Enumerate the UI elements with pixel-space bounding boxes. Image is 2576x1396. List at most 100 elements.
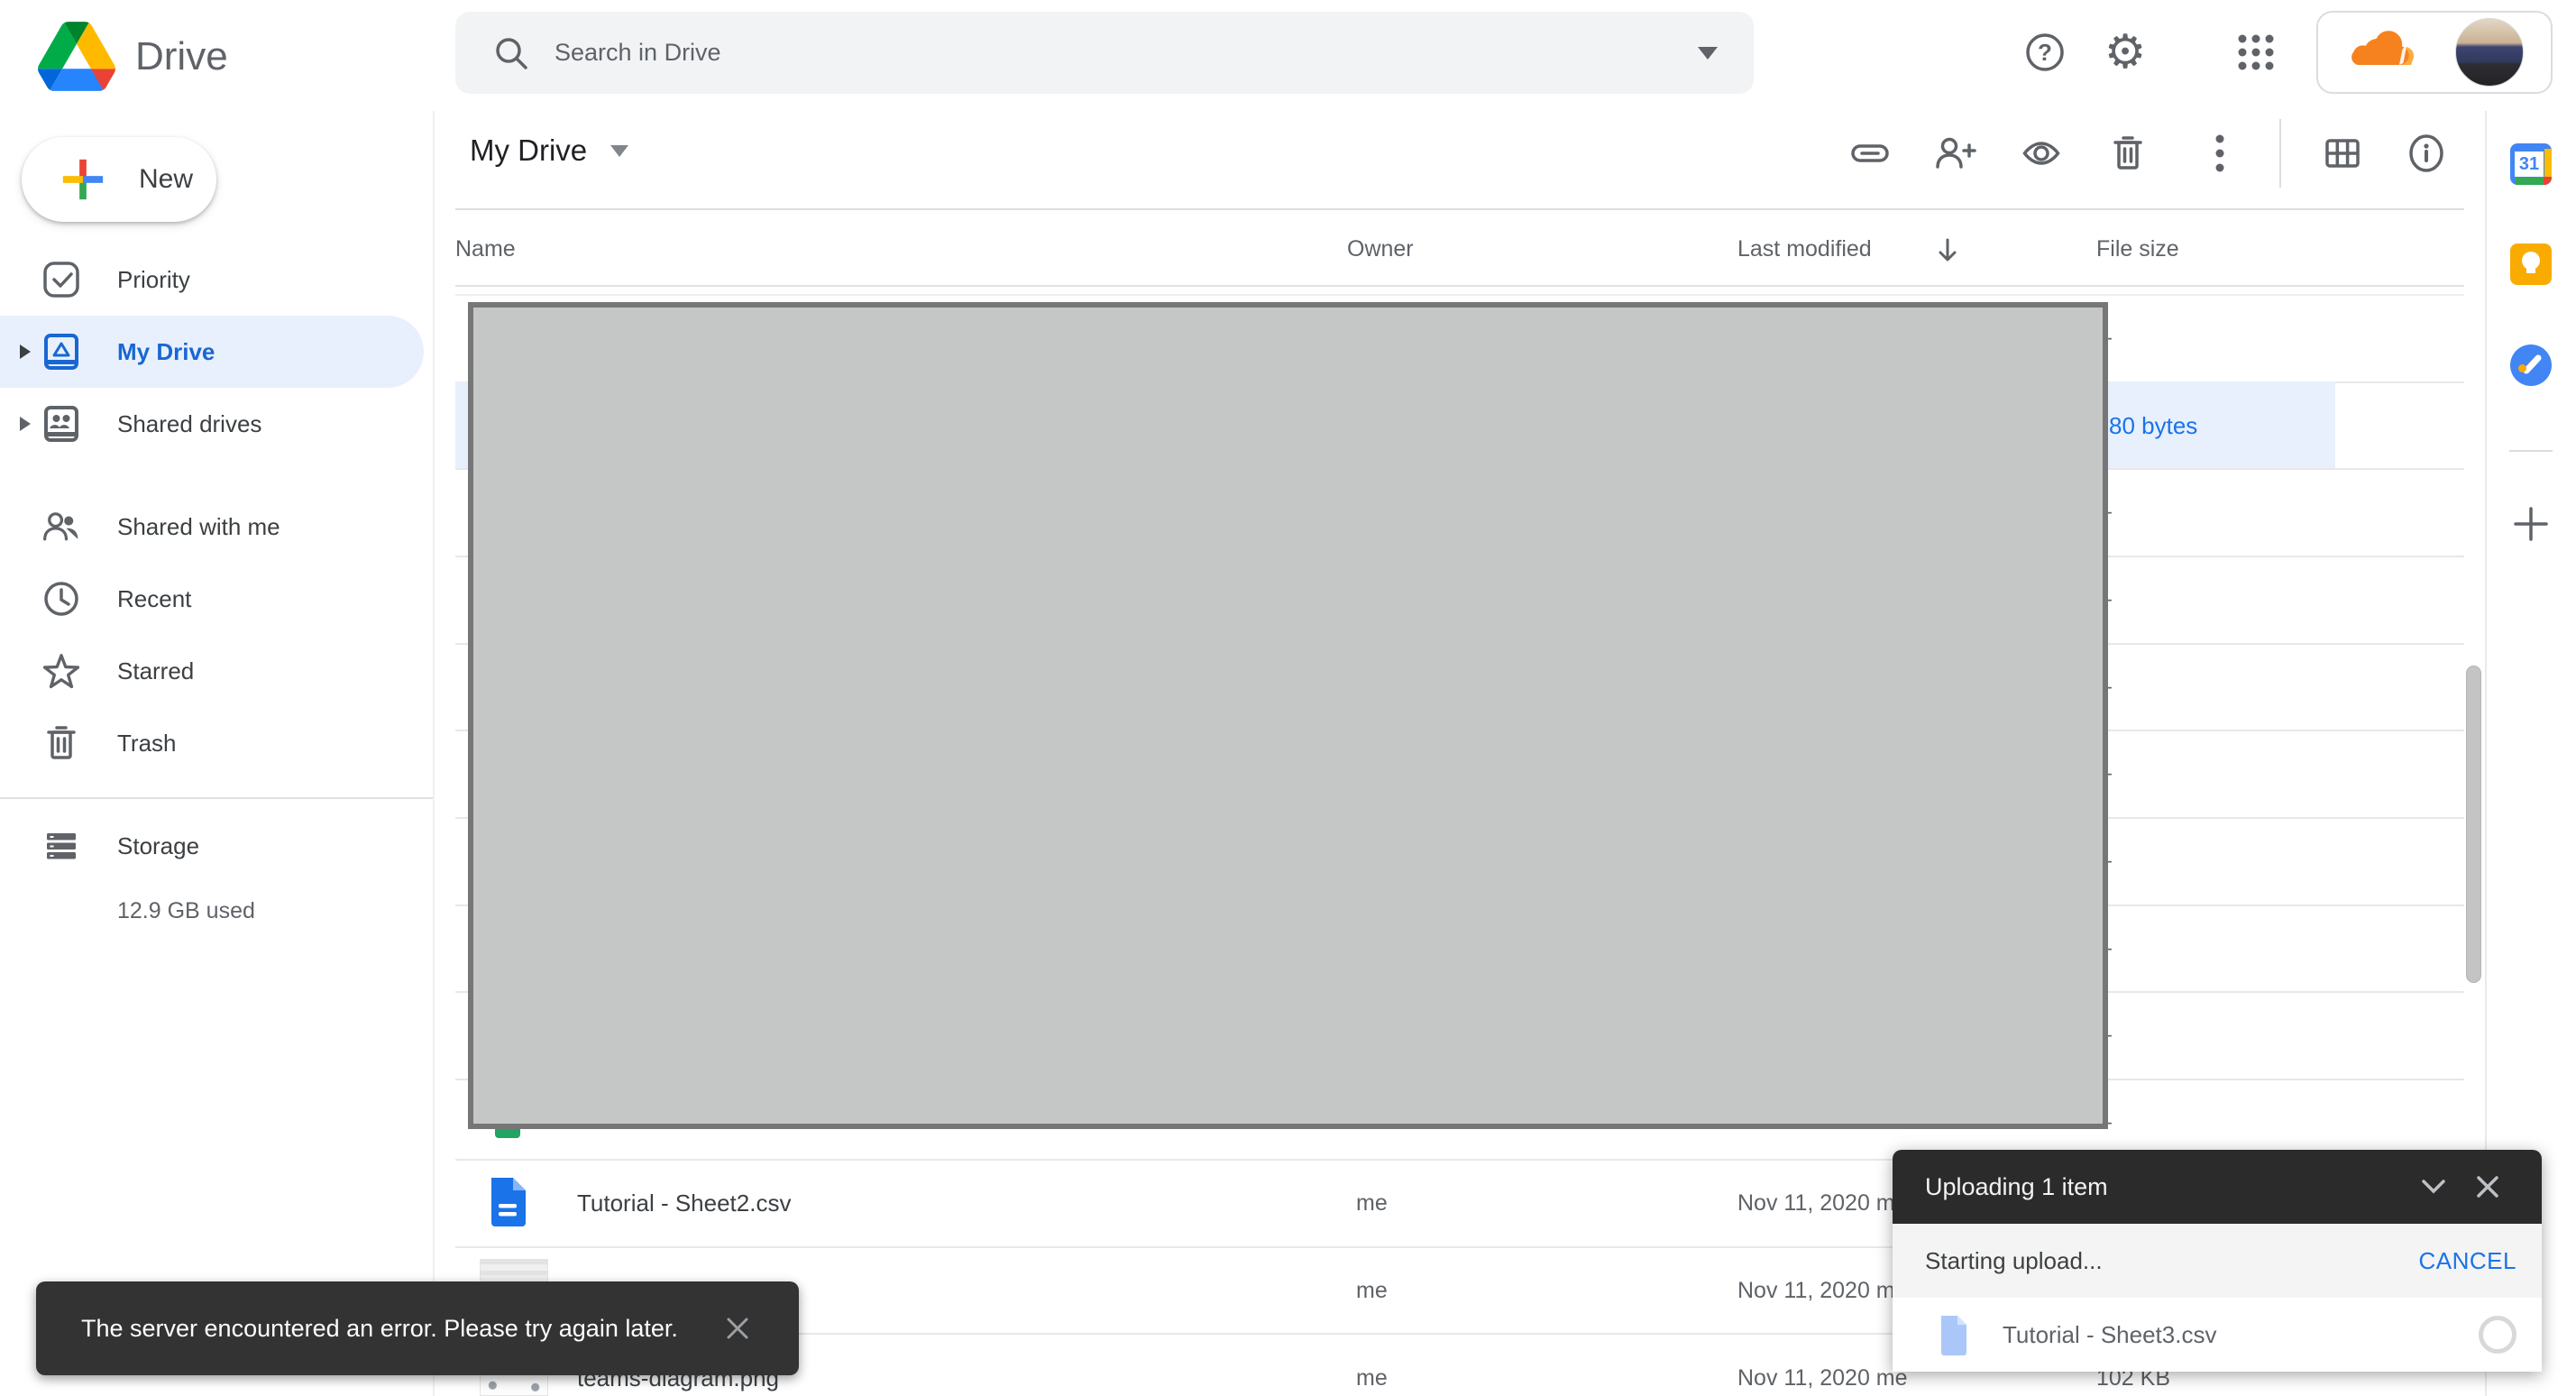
upload-spinner-icon [2479, 1316, 2516, 1354]
upload-file-icon [1938, 1314, 1970, 1355]
toast-message: The server encountered an error. Please … [81, 1315, 678, 1343]
calendar-day-number: 31 [2515, 152, 2544, 177]
delete-button[interactable] [2101, 126, 2155, 180]
column-header-size[interactable]: File size [2096, 236, 2179, 262]
star-icon [41, 650, 81, 692]
toolbar-divider [2279, 119, 2281, 188]
avatar[interactable] [2455, 18, 2524, 87]
sidebar-item-trash[interactable]: Trash [0, 707, 424, 779]
more-actions-button[interactable] [2193, 126, 2247, 180]
grid-view-button[interactable] [2315, 126, 2370, 180]
new-button-label: New [139, 164, 193, 195]
page-title: My Drive [470, 133, 587, 168]
search-bar[interactable] [455, 12, 1754, 94]
file-owner: me [1356, 1365, 1388, 1391]
preview-eye-button[interactable] [2014, 126, 2068, 180]
file-modified: Nov 11, 2020 me [1737, 1365, 1908, 1391]
sidebar-item-label: Shared drives [117, 410, 261, 438]
folder-title-button[interactable]: My Drive [470, 133, 628, 168]
cloudflare-logo[interactable] [2345, 31, 2426, 74]
shared-drives-icon [41, 404, 81, 444]
upload-progress-panel: Uploading 1 item Starting upload... CANC… [1893, 1150, 2542, 1372]
sidebar-item-label: Trash [117, 730, 177, 758]
table-header-underline [455, 285, 2464, 287]
sidebar-item-label: Recent [117, 585, 191, 613]
sidebar-item-label: Shared with me [117, 513, 280, 541]
header-divider [455, 208, 2464, 210]
file-owner: me [1356, 1278, 1388, 1304]
keep-bulb [2522, 252, 2540, 270]
sidebar-item-my-drive[interactable]: My Drive [0, 316, 424, 388]
error-toast: The server encountered an error. Please … [36, 1281, 799, 1375]
toast-close-icon[interactable] [720, 1310, 756, 1346]
vertical-scrollbar-thumb[interactable] [2466, 666, 2481, 983]
column-header-modified[interactable]: Last modified [1737, 236, 1872, 262]
account-area[interactable] [2316, 11, 2553, 94]
sidebar-divider [0, 797, 433, 799]
drag-selection-overlay [468, 302, 2108, 1129]
keep-bulb-base [2526, 268, 2535, 273]
sidebar-item-shared-with-me[interactable]: Shared with me [0, 491, 424, 563]
sidebar-item-shared-drives[interactable]: Shared drives [0, 388, 424, 460]
drive-wordmark: Drive [135, 34, 228, 79]
calendar-yellow-edge [2544, 149, 2552, 179]
question-mark-glyph: ? [2038, 39, 2052, 66]
upload-status-text: Starting upload... [1925, 1247, 2419, 1275]
file-modified: Nov 11, 2020 me [1737, 1278, 1908, 1304]
sidebar-item-priority[interactable]: Priority [0, 243, 424, 316]
get-addons-plus-icon[interactable] [2513, 506, 2549, 542]
sort-descending-arrow-icon[interactable] [1930, 233, 1966, 269]
sidebar-item-storage[interactable]: Storage [0, 810, 424, 882]
my-drive-icon [41, 332, 81, 372]
trash-icon [41, 723, 81, 763]
keep-icon[interactable] [2510, 243, 2552, 285]
storage-icon [41, 826, 81, 866]
expand-arrow-icon[interactable] [20, 344, 31, 359]
settings-gear-icon[interactable]: ⚙ [2093, 20, 2158, 85]
drive-logo[interactable]: Drive [38, 22, 228, 91]
calendar-green-edge [2516, 178, 2546, 185]
apps-grid-icon[interactable] [2223, 20, 2288, 85]
column-header-name[interactable]: Name [455, 236, 516, 262]
row-separator [455, 294, 2464, 296]
view-details-info-button[interactable] [2399, 126, 2453, 180]
search-input[interactable] [555, 39, 1698, 67]
sidebar-item-starred[interactable]: Starred [0, 635, 424, 707]
new-plus-icon [60, 156, 106, 203]
calendar-red-corner [2544, 177, 2552, 185]
tasks-icon[interactable] [2510, 344, 2552, 386]
title-chevron-down-icon [610, 145, 628, 157]
new-button[interactable]: New [22, 137, 216, 222]
file-owner: me [1356, 1190, 1388, 1217]
google-drive-app: Drive ? ⚙ [0, 0, 2576, 1396]
sidebar-item-label: Priority [117, 266, 190, 294]
sidebar-item-recent[interactable]: Recent [0, 563, 424, 635]
uploading-file-name: Tutorial - Sheet3.csv [2003, 1321, 2479, 1349]
upload-panel-header: Uploading 1 item [1893, 1150, 2542, 1224]
recent-clock-icon [41, 579, 81, 619]
csv-file-icon [487, 1176, 528, 1228]
drive-triangle-icon [38, 22, 115, 91]
minimize-chevron-icon[interactable] [2406, 1160, 2461, 1214]
search-icon[interactable] [491, 33, 531, 73]
uploading-file-row[interactable]: Tutorial - Sheet3.csv [1893, 1298, 2542, 1372]
cancel-upload-button[interactable]: CANCEL [2419, 1247, 2516, 1275]
expand-arrow-icon[interactable] [20, 417, 31, 431]
sidebar-item-label: Storage [117, 832, 199, 860]
file-modified: Nov 11, 2020 me [1737, 1190, 1908, 1217]
priority-icon [41, 260, 81, 299]
help-button[interactable]: ? [2012, 20, 2077, 85]
sidebar-vertical-divider [433, 111, 435, 1396]
column-header-owner[interactable]: Owner [1347, 236, 1414, 262]
sidebar-item-label: My Drive [117, 338, 215, 366]
calendar-icon[interactable]: 31 [2510, 143, 2552, 185]
search-options-chevron-icon[interactable] [1698, 47, 1718, 60]
sidebar-item-label: Starred [117, 657, 194, 685]
selected-row-size: 80 bytes [2109, 412, 2197, 440]
get-link-button[interactable] [1843, 126, 1897, 180]
shared-with-me-icon [41, 507, 81, 546]
storage-used-text: 12.9 GB used [117, 898, 255, 924]
close-icon[interactable] [2461, 1160, 2515, 1214]
file-name[interactable]: Tutorial - Sheet2.csv [577, 1189, 791, 1217]
share-add-person-button[interactable] [1928, 126, 1982, 180]
